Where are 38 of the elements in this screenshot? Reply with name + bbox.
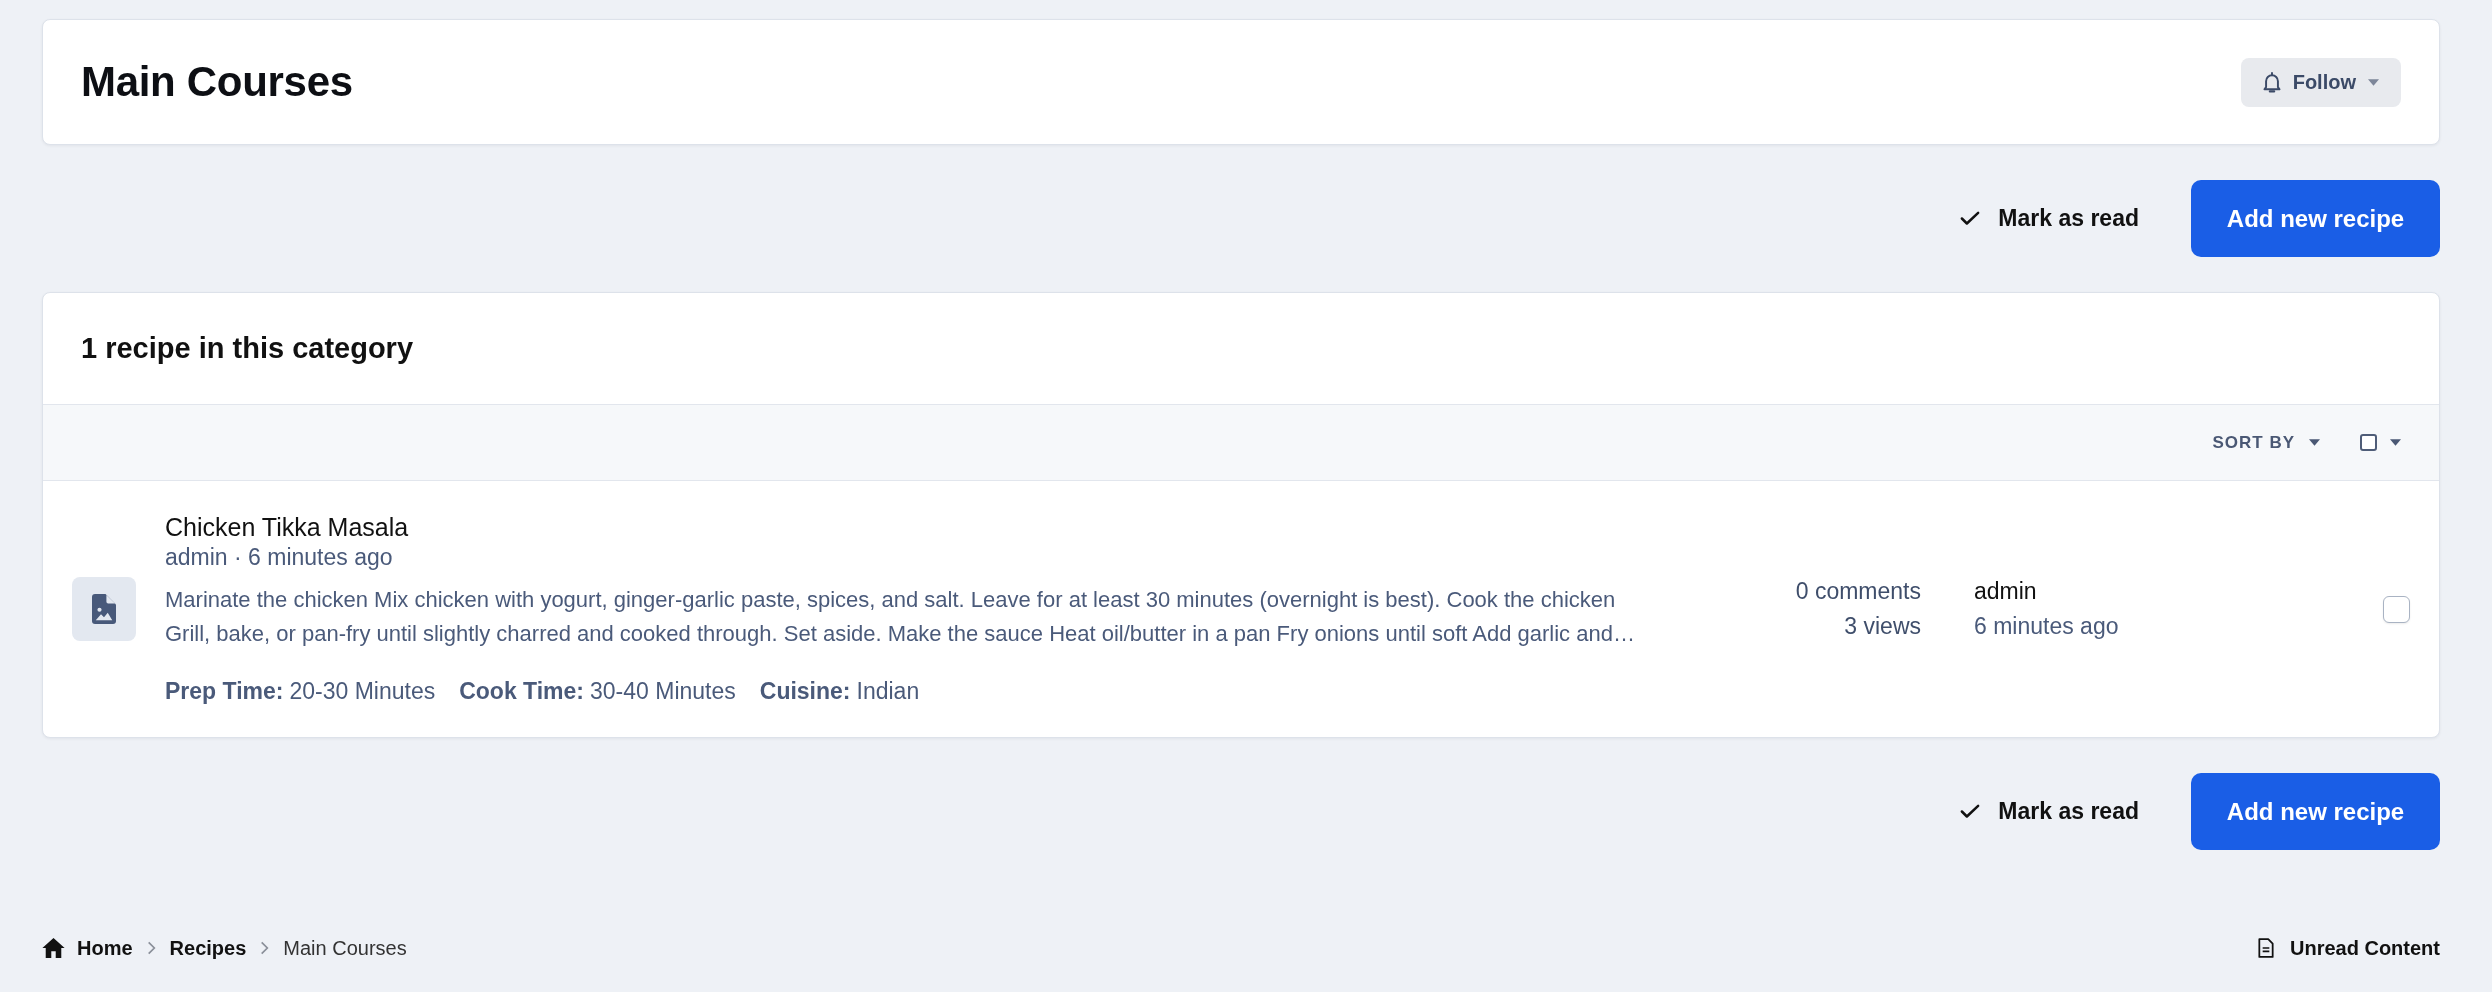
- caret-icon: [2390, 439, 2401, 446]
- home-icon: [42, 938, 65, 958]
- comment-count: 0 comments: [1795, 577, 1921, 606]
- recipe-snippet: Marinate the chicken Mix chicken with yogurt, ginger-garlic paste, spices, and salt. Leave for at least 30 minutes (overnight is best). Cook the chicken Grill, bake, or pan-fry until slightly charred and cooked through. Set aside. Make the sauce Heat oil/butter in a pan Fry onions until soft Add garlic and…: [165, 586, 1636, 648]
- caret-icon: [2309, 439, 2320, 446]
- field-label: Cook Time:: [459, 678, 585, 704]
- document-icon: [2258, 938, 2274, 958]
- add-recipe-button[interactable]: Add new recipe: [2191, 773, 2440, 850]
- select-all-checkbox[interactable]: [2360, 434, 2377, 451]
- field-value: Indian: [856, 678, 920, 704]
- bell-icon: [2262, 71, 2281, 93]
- field-label: Prep Time:: [165, 678, 284, 704]
- view-count: 3 views: [1844, 612, 1921, 641]
- field-label: Cuisine:: [759, 678, 851, 704]
- last-author[interactable]: admin: [1974, 574, 2037, 609]
- checkbox[interactable]: [2383, 595, 2410, 623]
- image-file-icon: [72, 577, 136, 641]
- list-title: 1 recipe in this category: [81, 332, 413, 365]
- recipe-meta: admin · 6 minutes ago: [165, 543, 393, 572]
- last-time[interactable]: 6 minutes ago: [1974, 609, 2119, 644]
- breadcrumb-link[interactable]: Recipes: [169, 933, 247, 963]
- check-icon: [1960, 804, 1981, 819]
- mark-as-read-button[interactable]: Mark as read: [1954, 198, 2145, 239]
- field-value: 20-30 Minutes: [289, 678, 436, 704]
- sort-by-button[interactable]: SORT BY: [2212, 432, 2320, 453]
- follow-button[interactable]: Follow: [2240, 57, 2401, 107]
- page-title: Main Courses: [81, 58, 353, 106]
- check-icon: [1960, 211, 1981, 226]
- add-recipe-button[interactable]: Add new recipe: [2191, 180, 2440, 257]
- unread-content-link[interactable]: Unread Content: [2258, 936, 2440, 960]
- mark-as-read-button[interactable]: Mark as read: [1954, 791, 2145, 832]
- chevron-right-icon: [260, 941, 270, 955]
- field-value: 30-40 Minutes: [590, 678, 736, 704]
- recipe-title[interactable]: Chicken Tikka Masala: [165, 512, 409, 542]
- caret-icon: [2368, 78, 2379, 86]
- breadcrumb-link[interactable]: Home: [42, 933, 133, 963]
- chevron-right-icon: [146, 941, 156, 955]
- breadcrumb-current[interactable]: Main Courses: [283, 933, 407, 963]
